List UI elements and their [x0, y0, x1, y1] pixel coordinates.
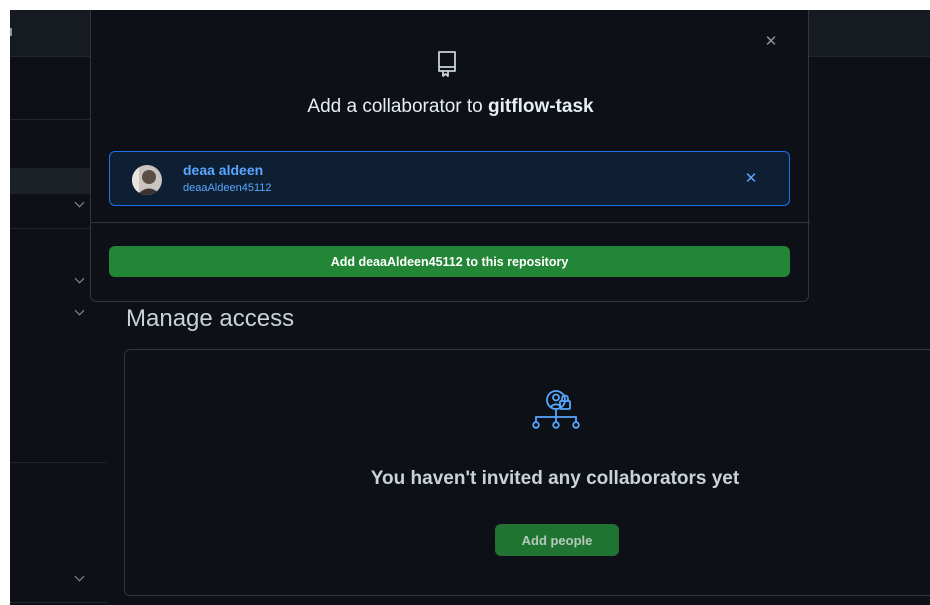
- people-lock-icon: [532, 390, 580, 429]
- add-people-button[interactable]: Add people: [495, 524, 619, 556]
- user-login: deaaAldeen45112: [183, 182, 272, 194]
- screen: Manage access You haven't invited any co…: [10, 10, 930, 605]
- avatar: [132, 165, 162, 195]
- repo-icon: [438, 51, 456, 77]
- repository-name: gitflow-task: [488, 96, 594, 117]
- chevron-down-icon[interactable]: [74, 197, 85, 208]
- close-icon[interactable]: ✕: [763, 34, 779, 50]
- chevron-down-icon[interactable]: [74, 273, 85, 284]
- sidebar-divider: [10, 602, 107, 603]
- add-to-repository-button[interactable]: Add deaaAldeen45112 to this repository: [109, 246, 790, 277]
- chevron-down-icon[interactable]: [74, 571, 85, 582]
- empty-state-message: You haven't invited any collaborators ye…: [370, 468, 740, 489]
- selected-user-chip[interactable]: deaa aldeen deaaAldeen45112 ✕: [109, 151, 790, 206]
- section-title: Manage access: [126, 305, 295, 332]
- avatar-image: [132, 165, 162, 195]
- sidebar-item-active[interactable]: [10, 168, 92, 194]
- dialog-title: Add a collaborator to gitflow-task: [91, 96, 810, 118]
- collaborators-empty-state: You haven't invited any collaborators ye…: [124, 349, 930, 596]
- header-edge-mark: [10, 28, 12, 36]
- user-full-name: deaa aldeen: [183, 162, 264, 178]
- add-collaborator-dialog: ✕ Add a collaborator to gitflow-task dea…: [90, 10, 810, 302]
- remove-user-icon[interactable]: ✕: [743, 171, 759, 187]
- sidebar-divider: [10, 462, 107, 463]
- chevron-down-icon[interactable]: [74, 305, 85, 316]
- dialog-title-prefix: Add a collaborator to: [307, 96, 489, 117]
- dialog-divider: [91, 222, 810, 223]
